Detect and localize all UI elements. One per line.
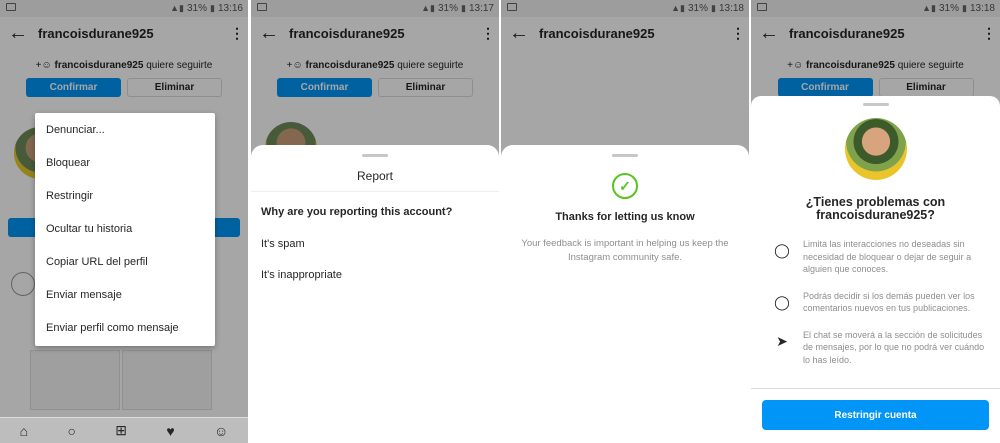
restrict-item-text: Podrás decidir si los demás pueden ver l… [803,290,975,314]
options-menu: Denunciar... Bloquear Restringir Ocultar… [35,113,215,346]
profile-avatar [844,118,907,180]
restrict-item: ◯ Podrás decidir si los demás pueden ver… [751,290,1000,315]
restrict-account-button[interactable]: Restringir cuenta [762,400,989,430]
menu-item-copy-url[interactable]: Copiar URL del perfil [35,249,215,282]
thanks-title: Thanks for letting us know [555,211,695,223]
check-circle-icon: ✓ [612,173,638,199]
drag-handle[interactable] [862,103,889,106]
comment-icon: ◯ [774,293,790,310]
send-icon: ➤ [776,332,788,349]
screen-report: ▲▮ 31% ▮ 13:17 ← francoisdurane925 ⋮ +☺ … [251,0,499,443]
feedback-text: Your feedback is important in helping us… [521,238,729,263]
screen-menu: ▲▮ 31% ▮ 13:16 ← francoisdurane925 ⋮ +☺ … [0,0,248,443]
menu-item-send-message[interactable]: Enviar mensaje [35,282,215,315]
screen-thanks: ▲▮ 31% ▮ 13:18 ← francoisdurane925 ⋮ ✓ T… [501,0,749,443]
restrict-sheet: ¿Tienes problemas con francoisdurane925?… [751,96,1000,443]
restrict-item-text: El chat se moverá a la sección de solici… [803,329,985,365]
restrict-title: ¿Tienes problemas con francoisdurane925? [805,195,946,222]
menu-item-block[interactable]: Bloquear [35,150,215,183]
add-post-icon[interactable]: ⊞ [115,422,127,439]
profile-icon[interactable]: ☺ [214,423,228,439]
drag-handle[interactable] [612,154,638,157]
restrict-item: ➤ El chat se moverá a la sección de soli… [751,329,1000,367]
report-sheet: Report Why are you reporting this accoun… [251,145,499,443]
screen-restrict: ▲▮ 31% ▮ 13:18 ← francoisdurane925 ⋮ +☺ … [751,0,1000,443]
menu-item-share-profile[interactable]: Enviar perfil como mensaje [35,315,215,348]
restrict-item: ◯ Limita las interacciones no deseadas s… [751,238,1000,276]
menu-item-restrict[interactable]: Restringir [35,183,215,216]
report-question: Why are you reporting this account? [261,206,453,218]
home-icon[interactable]: ⌂ [20,423,28,439]
menu-item-hide-story[interactable]: Ocultar tu historia [35,216,215,249]
bottom-nav: ⌂ ○ ⊞ ♥ ☺ [0,417,248,443]
search-icon[interactable]: ○ [67,423,75,439]
thanks-sheet: ✓ Thanks for letting us know Your feedba… [501,145,749,443]
report-option-spam[interactable]: It's spam [251,238,499,250]
sheet-title: Report [251,157,499,192]
heart-icon[interactable]: ♥ [166,423,174,439]
restrict-item-text: Limita las interacciones no deseadas sin… [803,239,972,274]
report-option-inappropriate[interactable]: It's inappropriate [251,269,499,281]
divider [751,388,1000,389]
shield-icon: ◯ [774,242,790,258]
menu-item-report[interactable]: Denunciar... [35,117,215,150]
